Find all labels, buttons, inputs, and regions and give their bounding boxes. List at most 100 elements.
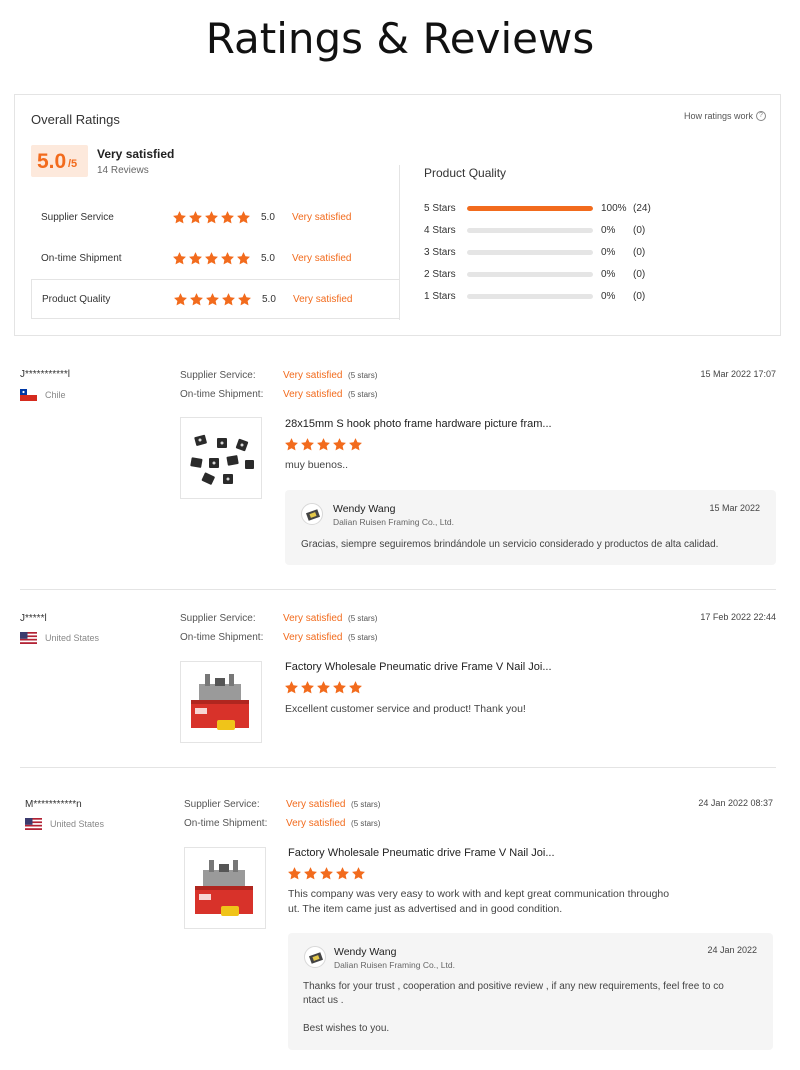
meta-value: Very satisfied (286, 799, 346, 810)
meta-label: On-time Shipment: (180, 632, 264, 643)
distribution-row-3[interactable]: 3 Stars 0% (0) (424, 244, 684, 260)
question-icon[interactable]: ? (756, 111, 766, 121)
product-title-link[interactable]: Factory Wholesale Pneumatic drive Frame … (285, 661, 552, 673)
reviewer-name: J*****l (20, 613, 47, 624)
reply-text-line: Best wishes to you. (303, 1023, 390, 1034)
star-icon (220, 210, 235, 225)
meta-label: Supplier Service: (184, 799, 260, 810)
avatar-image (308, 952, 324, 964)
distribution-percent: 0% (601, 246, 616, 258)
page-title: Ratings & Reviews (205, 14, 595, 63)
ratings-summary-panel: Overall Ratings How ratings work ? 5.0 /… (14, 94, 781, 336)
how-ratings-work-label[interactable]: How ratings work (684, 111, 753, 121)
distribution-percent: 0% (601, 290, 616, 302)
reply-date: 24 Jan 2022 (707, 945, 757, 955)
supplier-reply: Wendy Wang Dalian Ruisen Framing Co., Lt… (285, 490, 776, 565)
supplier-service-meta: Supplier Service: Very satisfied (5 stars… (180, 370, 377, 381)
distribution-row-5[interactable]: 5 Stars 100% (24) (424, 200, 684, 216)
distribution-percent: 0% (601, 268, 616, 280)
star-icon (335, 866, 350, 881)
distribution-label: 3 Stars (424, 246, 456, 258)
product-title-link[interactable]: Factory Wholesale Pneumatic drive Frame … (288, 847, 555, 859)
reviewer-country: United States (25, 818, 104, 830)
product-quality-title: Product Quality (424, 166, 507, 180)
review-date: 15 Mar 2022 17:07 (700, 369, 776, 379)
category-score: 5.0 (262, 293, 276, 305)
meta-value: Very satisfied (283, 389, 343, 400)
category-level: Very satisfied (292, 211, 352, 223)
distribution-bar (467, 249, 593, 255)
review-divider (20, 589, 776, 590)
us-flag-icon (25, 818, 42, 830)
distribution-count: (0) (633, 246, 646, 258)
distribution-count: (0) (633, 268, 646, 280)
meta-label: Supplier Service: (180, 370, 256, 381)
reply-company: Dalian Ruisen Framing Co., Ltd. (334, 960, 455, 970)
review-rating-stars (284, 437, 363, 452)
how-ratings-work-link[interactable]: How ratings work ? (684, 111, 766, 121)
category-name: Product Quality (42, 293, 111, 305)
overall-ratings-label: Overall Ratings (31, 112, 120, 127)
reply-text: Thanks for your trust , cooperation and … (303, 980, 724, 1036)
shipment-meta: On-time Shipment: Very satisfied (5 stars… (180, 389, 377, 400)
category-stars (172, 251, 251, 266)
distribution-row-1[interactable]: 1 Stars 0% (0) (424, 288, 684, 304)
distribution-row-2[interactable]: 2 Stars 0% (0) (424, 266, 684, 282)
review-comment: muy buenos.. (285, 459, 349, 471)
supplier-service-meta: Supplier Service: Very satisfied (5 stars… (184, 799, 380, 810)
star-icon (172, 210, 187, 225)
reply-company: Dalian Ruisen Framing Co., Ltd. (333, 517, 454, 527)
product-thumbnail[interactable] (180, 661, 262, 743)
distribution-label: 4 Stars (424, 224, 456, 236)
distribution-percent: 0% (601, 224, 616, 236)
review-divider (20, 767, 776, 768)
meta-label: Supplier Service: (180, 613, 256, 624)
distribution-bar (467, 271, 593, 277)
star-icon (173, 292, 188, 307)
distribution-row-4[interactable]: 4 Stars 0% (0) (424, 222, 684, 238)
star-icon (172, 251, 187, 266)
category-on-time-shipment[interactable]: On-time Shipment 5.0 Very satisfied (31, 238, 399, 278)
reviewer-country: Chile (20, 389, 66, 401)
star-icon (204, 251, 219, 266)
distribution-bar (467, 293, 593, 299)
review-date: 17 Feb 2022 22:44 (700, 612, 776, 622)
star-icon (188, 210, 203, 225)
category-level: Very satisfied (292, 252, 352, 264)
reply-author: Wendy Wang (333, 503, 396, 515)
review-comment-line: ut. The item came just as advertised and… (288, 903, 563, 915)
distribution-bar (467, 205, 593, 211)
supplier-service-meta: Supplier Service: Very satisfied (5 stars… (180, 613, 377, 624)
product-thumbnail[interactable] (184, 847, 266, 929)
overall-score: 5.0 (37, 150, 67, 173)
star-icon (188, 251, 203, 266)
star-icon (316, 680, 331, 695)
distribution-count: (24) (633, 202, 651, 214)
category-supplier-service[interactable]: Supplier Service 5.0 Very satisfied (31, 197, 399, 237)
star-icon (220, 251, 235, 266)
category-score: 5.0 (261, 252, 275, 264)
review-date: 24 Jan 2022 08:37 (698, 798, 773, 808)
star-icon (205, 292, 220, 307)
star-icon (237, 292, 252, 307)
meta-stars: (5 stars) (348, 371, 378, 380)
supplier-avatar (304, 946, 326, 968)
meta-stars: (5 stars) (351, 800, 381, 809)
product-thumbnail[interactable] (180, 417, 262, 499)
reply-text-line: ntact us . (303, 995, 344, 1006)
s-hook-product-image (190, 434, 254, 485)
star-icon (300, 680, 315, 695)
country-name: Chile (45, 390, 66, 400)
review-comment-line: This company was very easy to work with … (288, 888, 670, 900)
star-icon (221, 292, 236, 307)
star-icon (303, 866, 318, 881)
country-name: United States (45, 633, 100, 643)
star-icon (284, 680, 299, 695)
star-icon (348, 680, 363, 695)
star-icon (300, 437, 315, 452)
meta-value: Very satisfied (283, 370, 343, 381)
category-product-quality[interactable]: Product Quality 5.0 Very satisfied (31, 279, 399, 319)
star-icon (236, 210, 251, 225)
product-title-link[interactable]: 28x15mm S hook photo frame hardware pict… (285, 418, 552, 430)
star-icon (348, 437, 363, 452)
